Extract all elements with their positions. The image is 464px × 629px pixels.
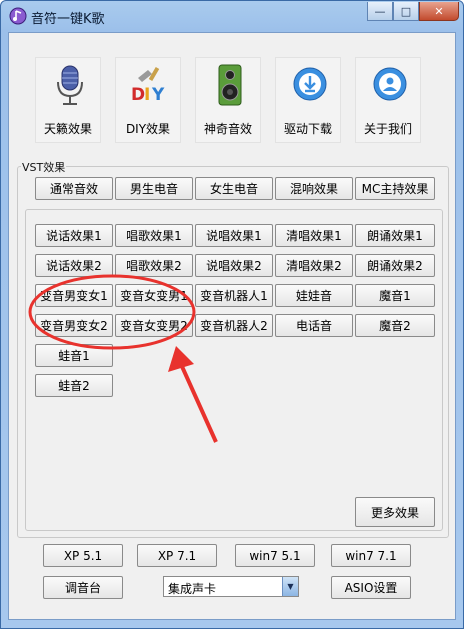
microphone-icon bbox=[57, 65, 83, 105]
main-window: 音符一键K歌 — □ ✕ 天籁效果 D I Y DIY效果 神奇音效 驱动下载 … bbox=[0, 0, 464, 629]
svg-text:I: I bbox=[144, 85, 150, 105]
effect-female-to-male-2-button[interactable]: 变音女变男2 bbox=[115, 314, 193, 337]
effect-male-to-female-2-button[interactable]: 变音男变女2 bbox=[35, 314, 113, 337]
effect-baby-voice-button[interactable]: 娃娃音 bbox=[275, 284, 353, 307]
tool-driver-download[interactable]: 驱动下载 bbox=[275, 57, 341, 143]
effect-recite-1-button[interactable]: 朗诵效果1 bbox=[355, 224, 435, 247]
xp-71-button[interactable]: XP 7.1 bbox=[137, 544, 217, 567]
effect-speak-1-button[interactable]: 说话效果1 bbox=[35, 224, 113, 247]
xp-51-button[interactable]: XP 5.1 bbox=[43, 544, 123, 567]
mixer-button[interactable]: 调音台 bbox=[43, 576, 123, 599]
title-bar[interactable]: 音符一键K歌 — □ ✕ bbox=[1, 1, 463, 31]
effect-sing-1-button[interactable]: 唱歌效果1 bbox=[115, 224, 193, 247]
chevron-down-icon[interactable]: ▼ bbox=[282, 577, 298, 596]
asio-settings-button[interactable]: ASIO设置 bbox=[331, 576, 411, 599]
soundcard-selected-value: 集成声卡 bbox=[168, 582, 217, 596]
tool-label: 驱动下载 bbox=[283, 122, 332, 136]
speaker-icon bbox=[218, 64, 242, 106]
effect-male-to-female-1-button[interactable]: 变音男变女1 bbox=[35, 284, 113, 307]
win7-51-button[interactable]: win7 5.1 bbox=[235, 544, 315, 567]
tool-label: 神奇音效 bbox=[203, 122, 252, 136]
effect-frog-2-button[interactable]: 蛙音2 bbox=[35, 374, 113, 397]
effect-robot-2-button[interactable]: 变音机器人2 bbox=[195, 314, 273, 337]
win7-71-button[interactable]: win7 7.1 bbox=[331, 544, 411, 567]
diy-icon: D I Y bbox=[131, 66, 165, 105]
effect-female-to-male-1-button[interactable]: 变音女变男1 bbox=[115, 284, 193, 307]
effect-magic-1-button[interactable]: 魔音1 bbox=[355, 284, 435, 307]
download-icon bbox=[293, 67, 327, 101]
effect-recite-2-button[interactable]: 朗诵效果2 bbox=[355, 254, 435, 277]
effect-robot-1-button[interactable]: 变音机器人1 bbox=[195, 284, 273, 307]
effect-acappella-1-button[interactable]: 清唱效果1 bbox=[275, 224, 353, 247]
effect-telephone-button[interactable]: 电话音 bbox=[275, 314, 353, 337]
tool-magic-sound[interactable]: 神奇音效 bbox=[195, 57, 261, 143]
preset-normal-button[interactable]: 通常音效 bbox=[35, 177, 113, 200]
vst-legend: VST效果 bbox=[21, 159, 67, 175]
effect-rap-2-button[interactable]: 说唱效果2 bbox=[195, 254, 273, 277]
close-button[interactable]: ✕ bbox=[419, 2, 459, 21]
maximize-button[interactable]: □ bbox=[393, 2, 419, 21]
window-title: 音符一键K歌 bbox=[31, 12, 105, 27]
app-logo-icon bbox=[9, 7, 27, 25]
effect-acappella-2-button[interactable]: 清唱效果2 bbox=[275, 254, 353, 277]
svg-text:Y: Y bbox=[151, 85, 165, 105]
tool-diy-effect[interactable]: D I Y DIY效果 bbox=[115, 57, 181, 143]
user-icon bbox=[373, 67, 407, 101]
preset-reverb-button[interactable]: 混响效果 bbox=[275, 177, 353, 200]
effect-frog-1-button[interactable]: 蛙音1 bbox=[35, 344, 113, 367]
tool-label: 关于我们 bbox=[363, 122, 412, 136]
tool-label: DIY效果 bbox=[125, 122, 171, 136]
effect-speak-2-button[interactable]: 说话效果2 bbox=[35, 254, 113, 277]
client-area: 天籁效果 D I Y DIY效果 神奇音效 驱动下载 关于我们 VST效果 通常… bbox=[8, 32, 456, 620]
svg-text:D: D bbox=[131, 85, 145, 105]
effect-rap-1-button[interactable]: 说唱效果1 bbox=[195, 224, 273, 247]
soundcard-select[interactable]: 集成声卡 ▼ bbox=[163, 576, 299, 597]
effect-magic-2-button[interactable]: 魔音2 bbox=[355, 314, 435, 337]
preset-male-electro-button[interactable]: 男生电音 bbox=[115, 177, 193, 200]
effect-sing-2-button[interactable]: 唱歌效果2 bbox=[115, 254, 193, 277]
preset-mc-host-button[interactable]: MC主持效果 bbox=[355, 177, 435, 200]
preset-female-electro-button[interactable]: 女生电音 bbox=[195, 177, 273, 200]
minimize-button[interactable]: — bbox=[367, 2, 393, 21]
tool-about-us[interactable]: 关于我们 bbox=[355, 57, 421, 143]
more-effects-button[interactable]: 更多效果 bbox=[355, 497, 435, 527]
tool-label: 天籁效果 bbox=[43, 122, 92, 136]
tool-tianlai-effect[interactable]: 天籁效果 bbox=[35, 57, 101, 143]
